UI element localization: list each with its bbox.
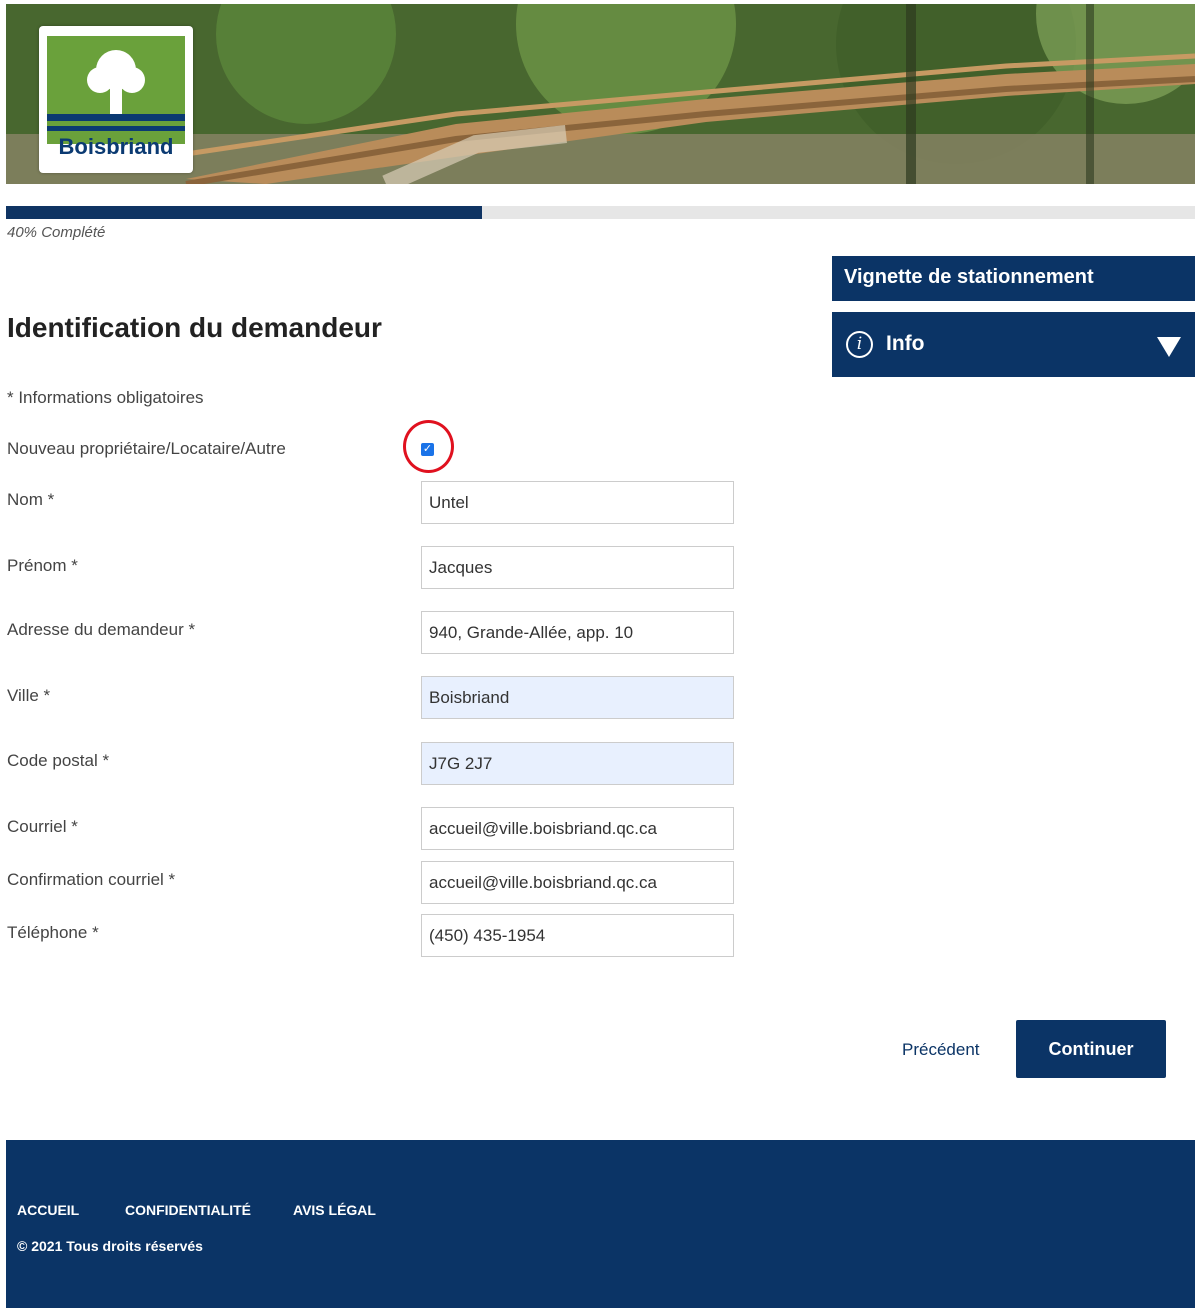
ville-input[interactable]	[421, 676, 734, 719]
header-banner: Boisbriand	[6, 4, 1195, 184]
boisbriand-logo[interactable]: Boisbriand	[39, 26, 193, 173]
adresse-input[interactable]	[421, 611, 734, 654]
progress-label: 40% Complété	[7, 224, 106, 241]
field-label-nom: Nom *	[7, 490, 55, 509]
prenom-input[interactable]	[421, 546, 734, 589]
field-label-prenom: Prénom *	[7, 556, 78, 575]
page-title: Identification du demandeur	[7, 312, 382, 343]
progress-fill	[6, 206, 482, 219]
confirmation-courriel-input[interactable]	[421, 861, 734, 904]
field-label-code-postal: Code postal *	[7, 751, 110, 770]
info-label: Info	[886, 332, 925, 355]
continue-button[interactable]: Continuer	[1016, 1020, 1166, 1078]
tree-icon	[87, 50, 145, 116]
code-postal-input[interactable]	[421, 742, 734, 785]
nom-input[interactable]	[421, 481, 734, 524]
footer: ACCUEIL CONFIDENTIALITÉ AVIS LÉGAL © 202…	[6, 1140, 1195, 1308]
info-icon: i	[846, 331, 873, 358]
field-label-courriel: Courriel *	[7, 817, 78, 836]
footer-link-confidentialite[interactable]: CONFIDENTIALITÉ	[125, 1202, 251, 1218]
field-label-confirmation-courriel: Confirmation courriel *	[7, 870, 176, 889]
telephone-input[interactable]	[421, 914, 734, 957]
footer-link-avis-legal[interactable]: AVIS LÉGAL	[293, 1202, 376, 1218]
field-label-telephone: Téléphone *	[7, 923, 99, 942]
footer-link-accueil[interactable]: ACCUEIL	[17, 1202, 79, 1218]
checkbox-label: Nouveau propriétaire/Locataire/Autre	[7, 439, 286, 458]
service-title: Vignette de stationnement	[832, 256, 1195, 301]
progress-bar	[6, 206, 1195, 219]
highlight-circle	[403, 420, 454, 473]
field-label-ville: Ville *	[7, 686, 51, 705]
previous-button[interactable]: Précédent	[902, 1040, 980, 1060]
caret-down-icon	[1157, 337, 1181, 357]
required-note: * Informations obligatoires	[7, 388, 204, 407]
courriel-input[interactable]	[421, 807, 734, 850]
copyright: © 2021 Tous droits réservés	[17, 1238, 203, 1254]
logo-text: Boisbriand	[58, 134, 174, 159]
info-panel-toggle[interactable]: i Info	[832, 312, 1195, 377]
field-label-adresse: Adresse du demandeur *	[7, 620, 196, 639]
